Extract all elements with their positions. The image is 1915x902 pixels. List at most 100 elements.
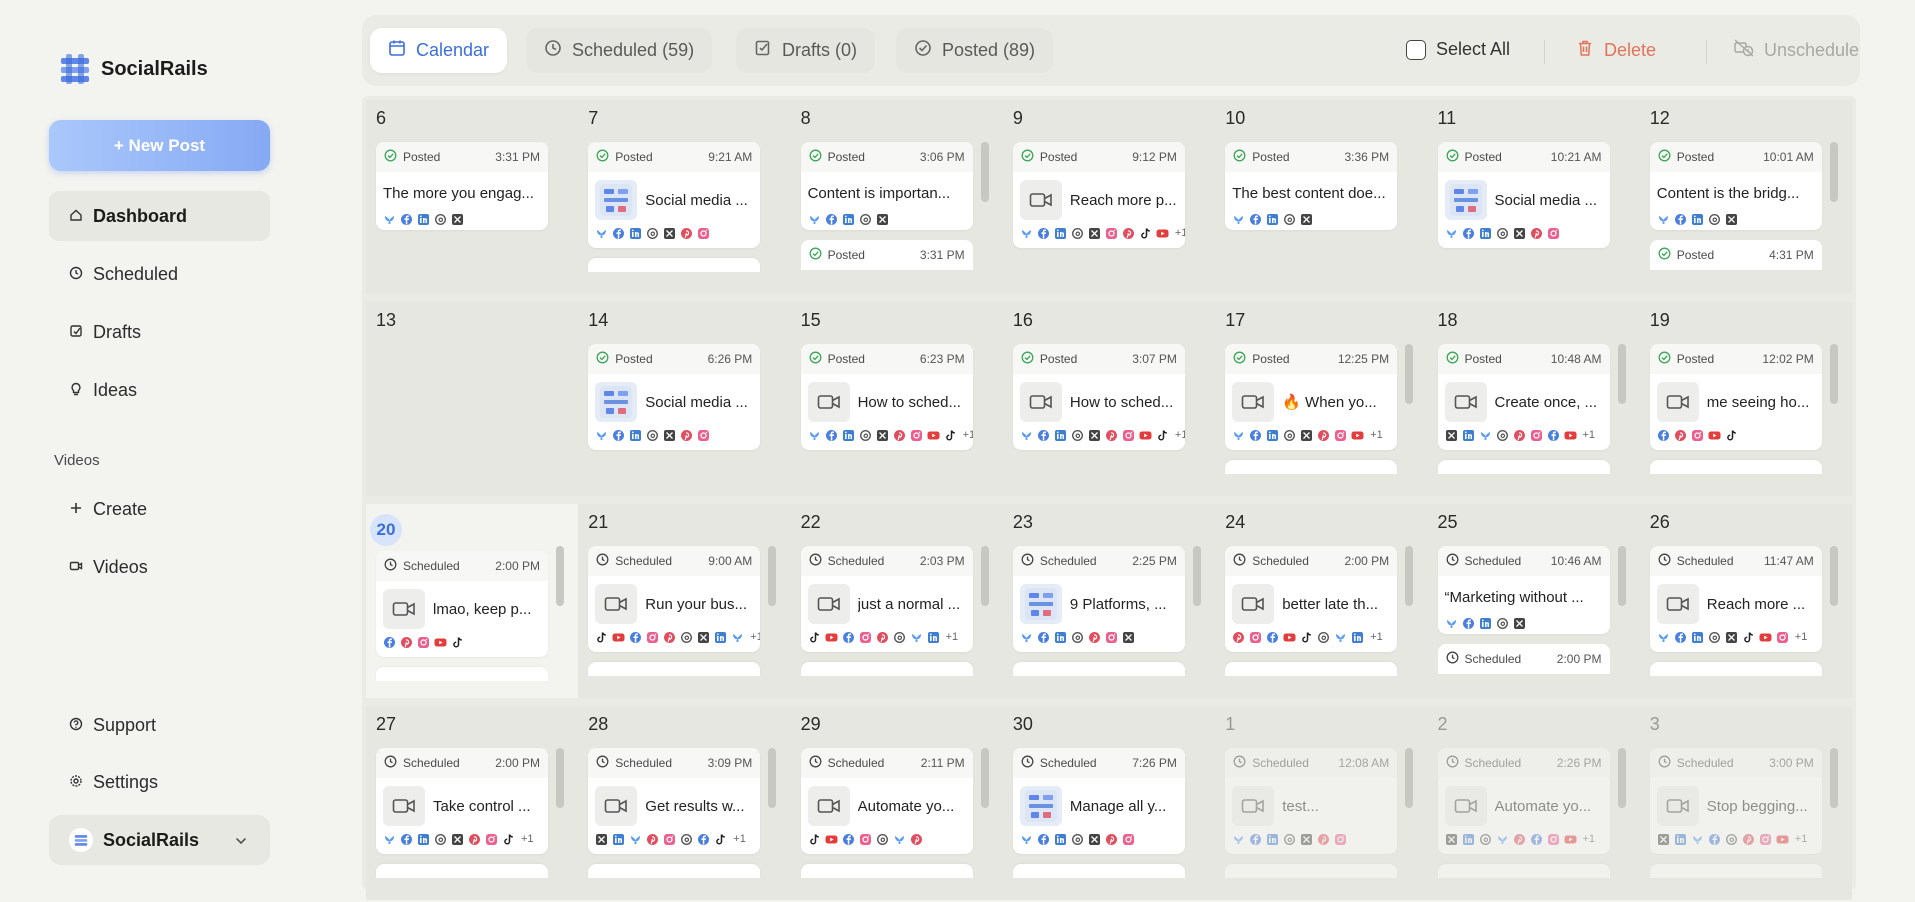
day-scrollbar[interactable] <box>1617 546 1626 606</box>
post-card-next[interactable] <box>1225 460 1398 474</box>
calendar-day[interactable]: 25 Scheduled 10:46 AM “Marketing without ..… <box>1428 504 1640 698</box>
post-card[interactable]: Scheduled 2:26 PM Automate yo... +1 <box>1437 748 1610 854</box>
post-card[interactable]: Scheduled 2:25 PM 9 Platforms, ... <box>1012 546 1185 652</box>
sidebar-item-create[interactable]: Create <box>49 484 270 534</box>
sidebar-item-scheduled[interactable]: Scheduled <box>49 249 270 299</box>
calendar-day[interactable]: 24 Scheduled 2:00 PM better late th... +1 <box>1215 504 1427 698</box>
calendar-day[interactable]: 2 Scheduled 2:26 PM Automate yo... +1 <box>1428 706 1640 900</box>
delete-button[interactable]: Delete <box>1576 39 1656 62</box>
sidebar-item-ideas[interactable]: Ideas <box>49 365 270 415</box>
calendar-day[interactable]: 21 Scheduled 9:00 AM Run your bus... +1 <box>578 504 790 698</box>
post-card[interactable]: Scheduled 3:09 PM Get results w... +1 <box>588 748 761 854</box>
calendar-day[interactable]: 28 Scheduled 3:09 PM Get results w... +1 <box>578 706 790 900</box>
post-card-next[interactable]: Posted 4:31 PM <box>1649 240 1822 270</box>
post-card-next[interactable]: Posted 3:31 PM <box>800 240 973 270</box>
post-card[interactable]: Posted 3:31 PM The more you engag... <box>376 142 548 230</box>
calendar-day[interactable]: 13 <box>366 302 578 496</box>
post-card[interactable]: Scheduled 12:08 AM test... <box>1225 748 1398 854</box>
calendar-day[interactable]: 7 Posted 9:21 AM Social media ... <box>578 100 790 294</box>
post-card[interactable]: Posted 10:21 AM Social media ... <box>1437 142 1610 248</box>
calendar-day[interactable]: 6 Posted 3:31 PM The more you engag... <box>366 100 578 294</box>
calendar-day[interactable]: 12 Posted 10:01 AM Content is the bridg... P… <box>1640 100 1852 294</box>
post-card[interactable]: Posted 6:26 PM Social media ... <box>588 344 761 450</box>
post-card[interactable]: Scheduled 2:00 PM lmao, keep p... <box>376 551 548 657</box>
sidebar-item-drafts[interactable]: Drafts <box>49 307 270 357</box>
post-card-next[interactable] <box>588 662 761 676</box>
account-switcher[interactable]: SocialRails <box>49 815 270 865</box>
post-card[interactable]: Scheduled 2:00 PM Take control ... +1 <box>376 748 548 854</box>
post-card[interactable]: Scheduled 2:00 PM better late th... +1 <box>1225 546 1398 652</box>
calendar-day[interactable]: 15 Posted 6:23 PM How to sched... +1 <box>791 302 1003 496</box>
day-scrollbar[interactable] <box>980 748 989 808</box>
post-card[interactable]: Posted 9:12 PM Reach more p... +1 <box>1012 142 1185 248</box>
post-card-next[interactable] <box>376 864 548 878</box>
post-card[interactable]: Posted 6:23 PM How to sched... +1 <box>800 344 973 450</box>
day-scrollbar[interactable] <box>1617 344 1626 404</box>
calendar-day[interactable]: 17 Posted 12:25 PM 🔥 When yo... +1 <box>1215 302 1427 496</box>
calendar-day[interactable]: 20 Scheduled 2:00 PM lmao, keep p... <box>366 504 578 698</box>
day-scrollbar[interactable] <box>768 546 777 606</box>
calendar-day[interactable]: 19 Posted 12:02 PM me seeing ho... <box>1640 302 1852 496</box>
post-card-next[interactable] <box>1649 662 1822 676</box>
day-scrollbar[interactable] <box>1617 748 1626 808</box>
post-card-next[interactable] <box>1437 864 1610 878</box>
unschedule-button[interactable]: Unschedule <box>1734 39 1859 62</box>
sidebar-item-support[interactable]: Support <box>49 700 270 750</box>
day-scrollbar[interactable] <box>768 748 777 808</box>
calendar-day[interactable]: 1 Scheduled 12:08 AM test... <box>1215 706 1427 900</box>
post-card-next[interactable] <box>588 864 761 878</box>
new-post-button[interactable]: + New Post <box>49 120 270 171</box>
day-scrollbar[interactable] <box>1829 546 1838 606</box>
post-card-next[interactable] <box>1437 460 1610 474</box>
post-card[interactable]: Posted 12:02 PM me seeing ho... <box>1649 344 1822 450</box>
day-scrollbar[interactable] <box>980 546 989 606</box>
sidebar-item-settings[interactable]: Settings <box>49 757 270 807</box>
post-card[interactable]: Scheduled 11:47 AM Reach more ... +1 <box>1649 546 1822 652</box>
calendar-day[interactable]: 14 Posted 6:26 PM Social media ... <box>578 302 790 496</box>
calendar-day[interactable]: 29 Scheduled 2:11 PM Automate yo... <box>791 706 1003 900</box>
app-logo[interactable]: SocialRails <box>57 54 208 84</box>
calendar-day[interactable]: 11 Posted 10:21 AM Social media ... <box>1428 100 1640 294</box>
post-card[interactable]: Scheduled 9:00 AM Run your bus... +1 <box>588 546 761 652</box>
calendar-day[interactable]: 30 Scheduled 7:26 PM Manage all y... <box>1003 706 1215 900</box>
post-card-next[interactable] <box>1649 864 1822 878</box>
post-card[interactable]: Posted 9:21 AM Social media ... <box>588 142 761 248</box>
day-scrollbar[interactable] <box>1405 546 1414 606</box>
day-scrollbar[interactable] <box>980 142 989 202</box>
day-scrollbar[interactable] <box>1829 142 1838 202</box>
calendar-day[interactable]: 3 Scheduled 3:00 PM Stop begging... +1 <box>1640 706 1852 900</box>
sidebar-item-videos[interactable]: Videos <box>49 542 270 592</box>
post-card-next[interactable] <box>1649 460 1822 474</box>
calendar-day[interactable]: 8 Posted 3:06 PM Content is importan... Post… <box>791 100 1003 294</box>
sidebar-item-dashboard[interactable]: Dashboard <box>49 191 270 241</box>
post-card[interactable]: Scheduled 7:26 PM Manage all y... <box>1012 748 1185 854</box>
post-card[interactable]: Scheduled 2:11 PM Automate yo... <box>800 748 973 854</box>
post-card-next[interactable] <box>1225 864 1398 878</box>
post-card[interactable]: Posted 3:06 PM Content is importan... <box>800 142 973 230</box>
calendar-day[interactable]: 16 Posted 3:07 PM How to sched... +1 <box>1003 302 1215 496</box>
day-scrollbar[interactable] <box>1405 344 1414 404</box>
tab-posted[interactable]: Posted (89) <box>896 28 1054 73</box>
post-card[interactable]: Posted 12:25 PM 🔥 When yo... +1 <box>1225 344 1398 450</box>
post-card-next[interactable] <box>800 662 973 676</box>
calendar-day[interactable]: 22 Scheduled 2:03 PM just a normal ... +1 <box>791 504 1003 698</box>
post-card-next[interactable] <box>376 667 548 681</box>
day-scrollbar[interactable] <box>1405 748 1414 808</box>
tab-drafts[interactable]: Drafts (0) <box>736 28 876 73</box>
day-scrollbar[interactable] <box>1829 344 1838 404</box>
calendar-day[interactable]: 26 Scheduled 11:47 AM Reach more ... +1 <box>1640 504 1852 698</box>
post-card[interactable]: Scheduled 10:46 AM “Marketing without ... <box>1437 546 1610 634</box>
calendar-day[interactable]: 27 Scheduled 2:00 PM Take control ... +1 <box>366 706 578 900</box>
post-card-next[interactable] <box>588 258 761 272</box>
day-scrollbar[interactable] <box>556 546 564 606</box>
calendar-day[interactable]: 18 Posted 10:48 AM Create once, ... +1 <box>1428 302 1640 496</box>
post-card-next[interactable] <box>1012 662 1185 676</box>
post-card[interactable]: Scheduled 3:00 PM Stop begging... +1 <box>1649 748 1822 854</box>
tab-scheduled[interactable]: Scheduled (59) <box>526 28 713 73</box>
post-card[interactable]: Scheduled 2:03 PM just a normal ... +1 <box>800 546 973 652</box>
select-all-control[interactable]: Select All <box>1406 39 1510 60</box>
post-card[interactable]: Posted 10:48 AM Create once, ... +1 <box>1437 344 1610 450</box>
post-card-next[interactable] <box>1012 864 1185 878</box>
calendar-day[interactable]: 10 Posted 3:36 PM The best content doe... <box>1215 100 1427 294</box>
calendar-day[interactable]: 9 Posted 9:12 PM Reach more p... +1 <box>1003 100 1215 294</box>
